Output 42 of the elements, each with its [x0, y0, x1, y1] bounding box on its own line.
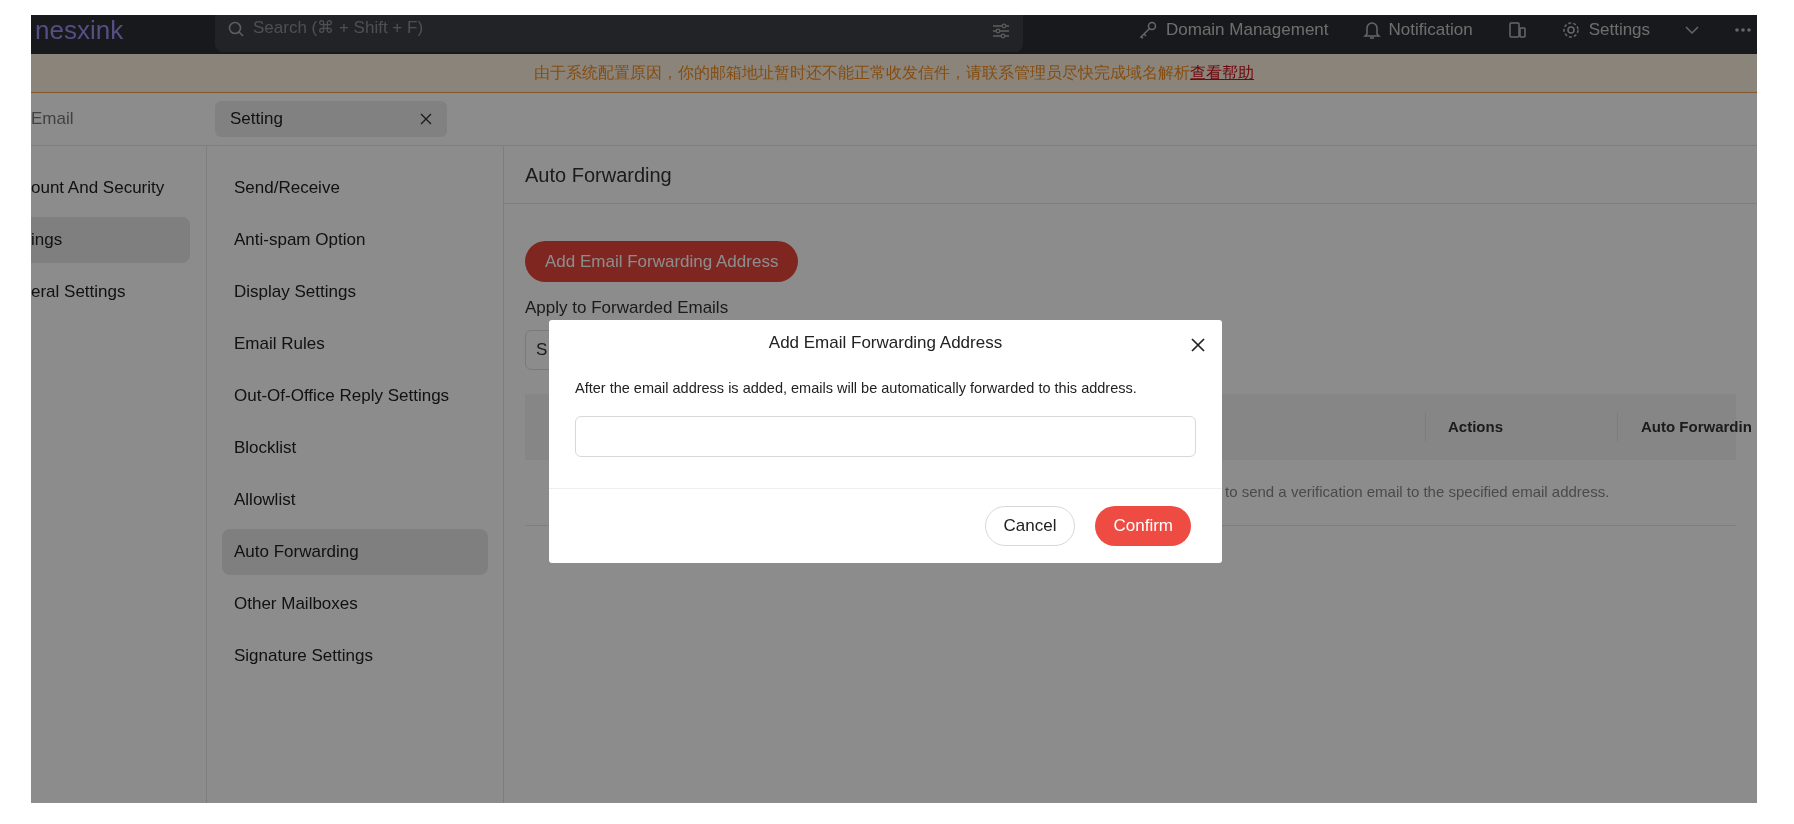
bell-icon: [1362, 19, 1381, 40]
tab-label: Setting: [230, 108, 283, 131]
nav-item[interactable]: Other Mailboxes: [222, 581, 488, 627]
column-header: Auto Forwardin: [1641, 416, 1752, 437]
empty-table-message: to send a verification email to the specified email address.: [1225, 482, 1610, 503]
nav-item[interactable]: Anti-spam Option: [222, 217, 488, 263]
logo: nesxink: [35, 16, 125, 43]
section-title: Auto Forwarding: [525, 162, 672, 188]
nav-item[interactable]: ings: [31, 217, 190, 263]
dialog-title: Add Email Forwarding Address: [768, 332, 1003, 355]
cancel-button[interactable]: Cancel: [984, 505, 1076, 546]
nav-item[interactable]: Signature Settings: [222, 633, 488, 679]
key-icon: [1138, 19, 1158, 40]
nav-item[interactable]: ount And Security: [31, 165, 190, 211]
add-address-button[interactable]: Add Email Forwarding Address: [525, 241, 799, 282]
nav-item[interactable]: Auto Forwarding: [222, 529, 488, 575]
nav-item[interactable]: Display Settings: [222, 269, 488, 315]
column-header: Actions: [1448, 416, 1503, 437]
devices-icon[interactable]: [1506, 19, 1527, 40]
notification-button[interactable]: Notification: [1362, 16, 1473, 43]
nav-item[interactable]: Allowlist: [222, 477, 488, 523]
domain-button[interactable]: Domain Management: [1138, 16, 1329, 43]
nav-item[interactable]: Out-Of-Office Reply Settings: [222, 373, 488, 419]
settings-button[interactable]: Settings: [1560, 16, 1651, 43]
more-icon[interactable]: [1734, 26, 1753, 33]
nav-item[interactable]: Blocklist: [222, 425, 488, 471]
confirm-button[interactable]: Confirm: [1095, 505, 1191, 546]
email-input[interactable]: [575, 415, 1196, 457]
nav-item[interactable]: eral Settings: [31, 269, 190, 315]
apply-label: Apply to Forwarded Emails: [525, 298, 730, 318]
help-link[interactable]: 查看帮助: [1190, 61, 1254, 85]
nav-item[interactable]: Email Rules: [222, 321, 488, 367]
filter-icon[interactable]: [991, 22, 1011, 39]
warning-text: 由于系统配置原因，你的邮箱地址暂时还不能正常收发信件，请联系管理员尽快完成域名解析: [534, 63, 1190, 83]
tab-chip[interactable]: Setting: [215, 101, 447, 137]
dialog-description: After the email address is added, emails will be automatically forwarded to this address.: [575, 379, 1138, 398]
tab[interactable]: Email: [31, 101, 200, 137]
nav-item[interactable]: Send/Receive: [222, 165, 488, 211]
close-icon[interactable]: [1190, 337, 1206, 353]
chevron-down-icon[interactable]: [1684, 23, 1701, 36]
search-icon: [227, 19, 245, 38]
settings-icon: [1560, 19, 1581, 40]
